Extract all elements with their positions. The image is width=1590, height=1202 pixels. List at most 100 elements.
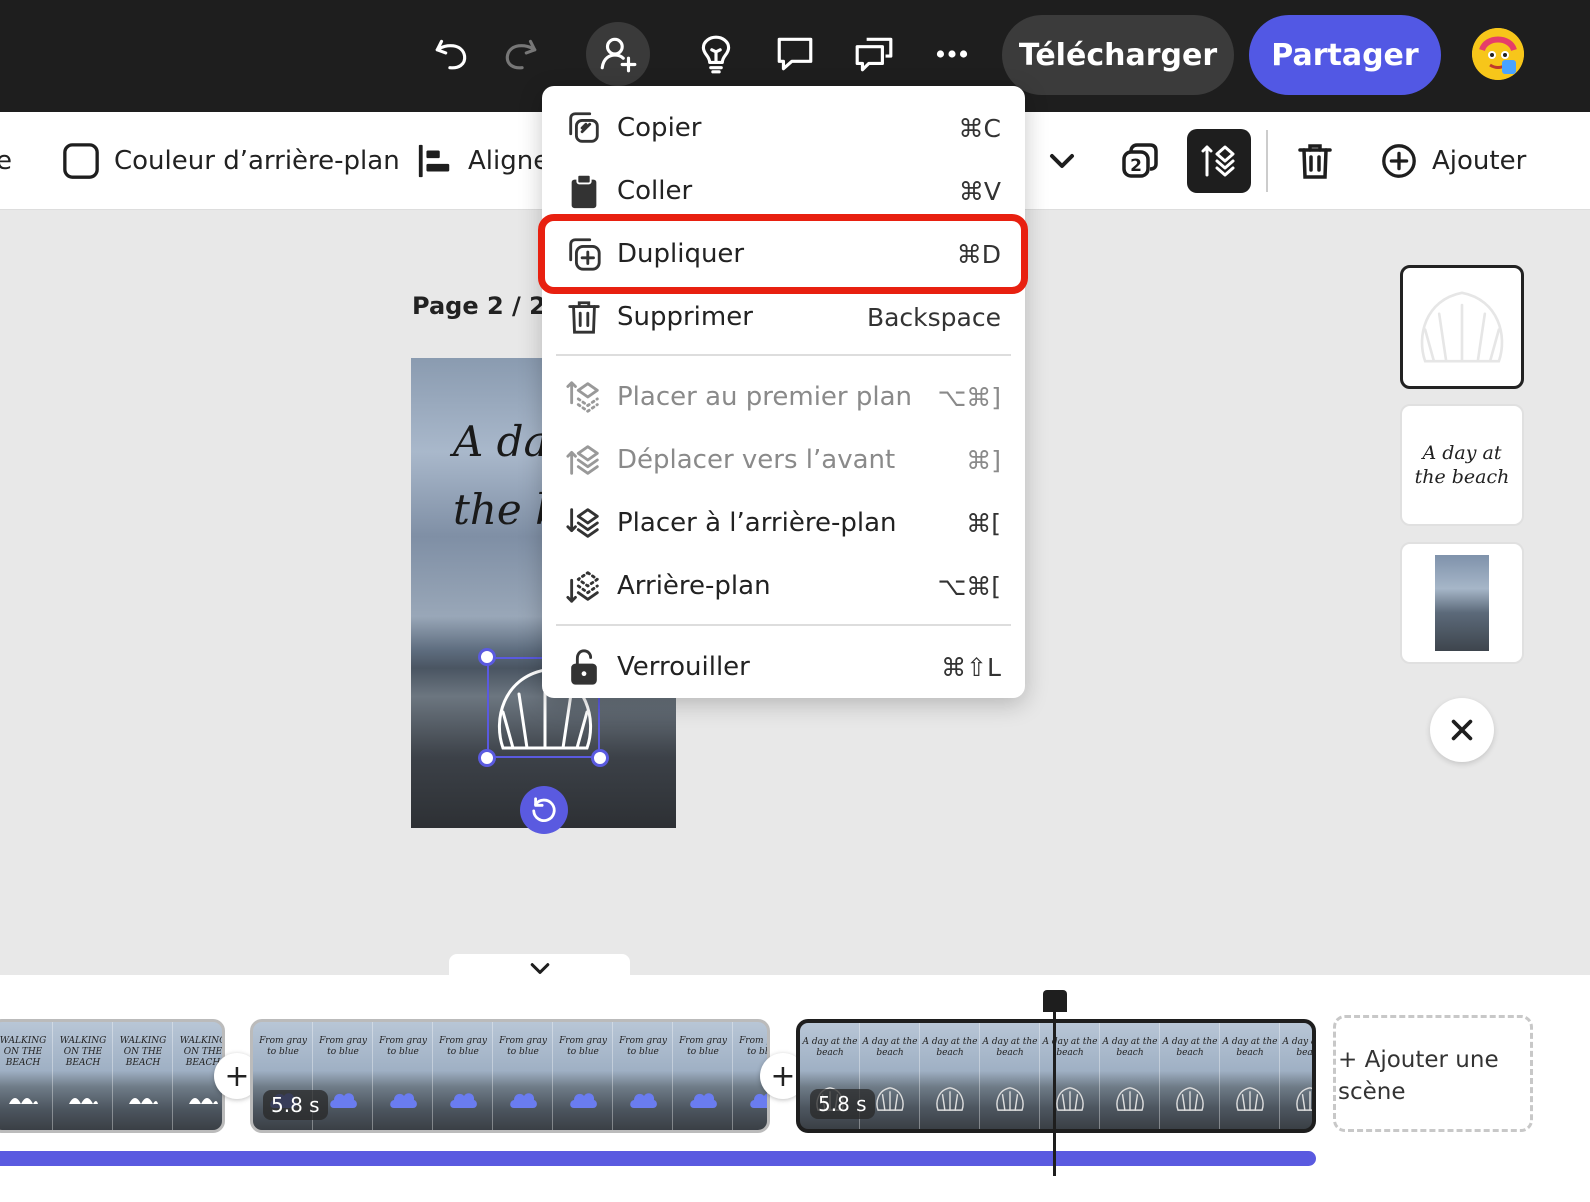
cloud-icon	[627, 1086, 659, 1114]
waves-icon	[7, 1086, 39, 1114]
clip-frame: A day at the beach	[1160, 1023, 1220, 1129]
share-button[interactable]: Partager	[1249, 15, 1441, 95]
close-layers-button[interactable]	[1430, 698, 1494, 762]
clip-frame: From gray to blue	[553, 1022, 613, 1130]
add-scene-button[interactable]: + Ajouter une scène	[1333, 1015, 1533, 1132]
layer-thumb-title[interactable]: A day at the beach	[1400, 404, 1524, 526]
menu-divider	[556, 354, 1011, 356]
cloud-icon	[507, 1086, 539, 1114]
layer-thumb-seashell[interactable]	[1400, 265, 1524, 389]
background-color-label: Couleur d’arrière-plan	[114, 146, 400, 176]
clip-duration: 5.8 s	[810, 1089, 875, 1119]
seashell-icon	[1234, 1085, 1266, 1113]
menu-item-delete[interactable]: Supprimer Backspace	[542, 287, 1025, 347]
timeline-clip-3[interactable]: A day at the beach A day at the beach A da…	[796, 1019, 1316, 1133]
comments-icon[interactable]	[842, 22, 906, 86]
copy-icon	[564, 108, 604, 148]
playhead-handle[interactable]	[1043, 990, 1067, 1012]
cloud-icon	[327, 1086, 359, 1114]
frame-text: From gray to blue	[739, 1036, 768, 1057]
frame-text: From gray to blue	[679, 1036, 727, 1057]
duplicate-highlight	[538, 214, 1028, 294]
menu-divider	[556, 624, 1011, 626]
rotate-button[interactable]	[520, 786, 568, 834]
color-swatch-icon	[63, 143, 99, 179]
cloud-icon	[687, 1086, 719, 1114]
toolbar-divider	[1266, 130, 1268, 192]
timeline-clip-1[interactable]: WALKING ON THE BEACH WALKING ON THE BEACH…	[0, 1019, 225, 1133]
resize-handle-bottom-right[interactable]	[591, 749, 609, 767]
seashell-icon	[1114, 1085, 1146, 1113]
resize-handle-bottom-left[interactable]	[478, 749, 496, 767]
menu-item-send-to-background[interactable]: Arrière-plan ⌥⌘[	[542, 556, 1025, 616]
send-to-back-icon	[564, 566, 604, 606]
cloud-icon	[447, 1086, 479, 1114]
frame-text: A day at the beach	[862, 1037, 918, 1058]
menu-item-copy[interactable]: Copier ⌘C	[542, 98, 1025, 158]
frame-text: From gray to blue	[559, 1036, 607, 1057]
frame-text: A day at the beach	[922, 1037, 978, 1058]
download-button[interactable]: Télécharger	[1002, 15, 1234, 95]
menu-item-bring-to-front[interactable]: Placer au premier plan ⌥⌘]	[542, 367, 1025, 427]
seashell-icon	[1054, 1085, 1086, 1113]
frame-text: A day at the beach	[802, 1037, 858, 1058]
frame-text: A day at the beach	[1162, 1037, 1218, 1058]
timeline-clip-2[interactable]: From gray to blue From gray to blue From g…	[250, 1019, 770, 1133]
frame-text: A day at the beach	[982, 1037, 1038, 1058]
close-icon	[1451, 719, 1473, 741]
seashell-icon	[934, 1085, 966, 1113]
frame-text: WALKING ON THE BEACH	[0, 1036, 47, 1068]
align-button[interactable]: Aligner	[416, 112, 560, 210]
context-menu: Copier ⌘C Coller ⌘V Dupliquer ⌘D Supprim…	[542, 86, 1025, 698]
trash-icon[interactable]	[1283, 129, 1347, 193]
lightbulb-icon[interactable]	[684, 22, 748, 86]
undo-icon[interactable]	[420, 22, 484, 86]
frame-text: A day at the beach	[1282, 1037, 1316, 1058]
clip-frame: A day at the beach	[980, 1023, 1040, 1129]
seashell-icon	[874, 1085, 906, 1113]
chevron-down-icon[interactable]	[1030, 129, 1094, 193]
toolbar-partial-item[interactable]: e	[0, 112, 12, 210]
cloud-icon	[387, 1086, 419, 1114]
layer-thumb-background[interactable]	[1400, 542, 1524, 664]
menu-item-lock[interactable]: Verrouiller ⌘⇧L	[542, 637, 1025, 697]
avatar[interactable]	[1472, 28, 1524, 80]
cloud-icon	[567, 1086, 599, 1114]
align-left-icon	[418, 144, 450, 178]
bring-forward-icon	[564, 440, 604, 480]
background-photo-thumb	[1435, 555, 1489, 651]
menu-item-send-to-back[interactable]: Placer à l’arrière-plan ⌘[	[542, 493, 1025, 553]
redo-icon[interactable]	[488, 22, 552, 86]
frame-text: From gray to blue	[259, 1036, 307, 1057]
frame-text: From gray to blue	[619, 1036, 667, 1057]
clip-frame: WALKING ON THE BEACH	[113, 1022, 173, 1130]
arrange-icon[interactable]	[1187, 129, 1251, 193]
menu-item-bring-forward[interactable]: Déplacer vers l’avant ⌘]	[542, 430, 1025, 490]
frame-text: From gray to blue	[319, 1036, 367, 1057]
add-label: Ajouter	[1432, 146, 1527, 176]
playhead[interactable]	[1053, 1008, 1056, 1176]
trash-icon	[564, 297, 604, 337]
send-backward-icon	[564, 503, 604, 543]
unlock-icon	[564, 647, 604, 687]
timeline-progress-bar[interactable]	[0, 1151, 1316, 1166]
background-color-button[interactable]: Couleur d’arrière-plan	[62, 112, 400, 210]
clip-frame: From gray to blue	[673, 1022, 733, 1130]
add-collaborator-icon[interactable]	[586, 22, 650, 86]
waves-icon	[187, 1086, 219, 1114]
resize-handle-top-left[interactable]	[478, 648, 496, 666]
clip-frame: WALKING ON THE BEACH	[53, 1022, 113, 1130]
menu-item-paste[interactable]: Coller ⌘V	[542, 161, 1025, 221]
comment-icon[interactable]	[763, 22, 827, 86]
collapse-timeline-button[interactable]	[449, 954, 630, 984]
clip-frame: From gray to blue	[373, 1022, 433, 1130]
add-button[interactable]: Ajouter	[1380, 112, 1526, 210]
clip-frame: A day at the beach	[1220, 1023, 1280, 1129]
waves-icon	[127, 1086, 159, 1114]
layers-icon[interactable]: 2	[1108, 129, 1172, 193]
waves-icon	[67, 1086, 99, 1114]
frame-text: WALKING ON THE BEACH	[59, 1036, 107, 1068]
more-icon[interactable]	[920, 22, 984, 86]
frame-text: From gray to blue	[499, 1036, 547, 1057]
seashell-icon	[1294, 1085, 1312, 1113]
